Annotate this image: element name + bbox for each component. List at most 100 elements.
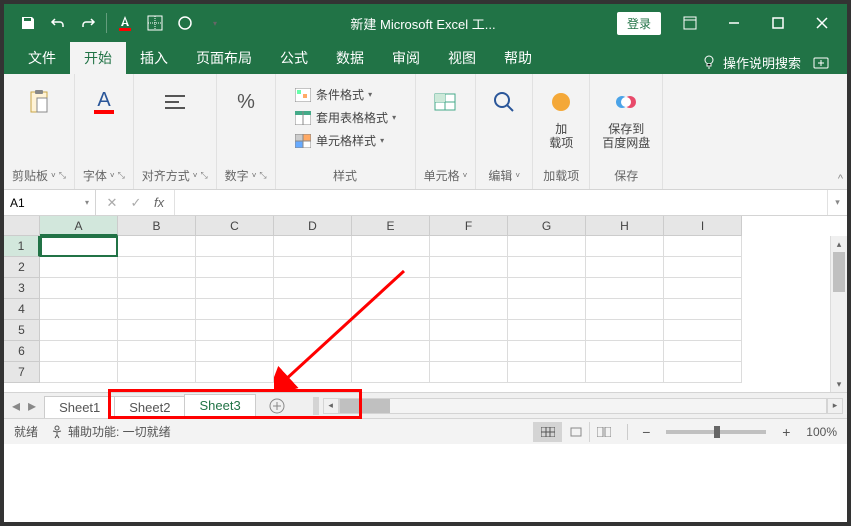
cell[interactable]: [40, 257, 118, 278]
font-color-icon[interactable]: [111, 9, 139, 37]
cell[interactable]: [196, 236, 274, 257]
cell[interactable]: [274, 257, 352, 278]
chevron-down-icon[interactable]: ˅: [193, 171, 198, 180]
cell[interactable]: [586, 236, 664, 257]
border-icon[interactable]: [141, 9, 169, 37]
tab-data[interactable]: 数据: [322, 42, 378, 74]
save-icon[interactable]: [14, 9, 42, 37]
cell[interactable]: [508, 299, 586, 320]
cell[interactable]: [508, 236, 586, 257]
cell[interactable]: [508, 320, 586, 341]
expand-formula-icon[interactable]: ▾: [827, 190, 847, 215]
cell[interactable]: [274, 278, 352, 299]
scroll-up-icon[interactable]: ▴: [831, 236, 847, 252]
maximize-icon[interactable]: [757, 8, 799, 38]
cell[interactable]: [664, 278, 742, 299]
col-header[interactable]: C: [196, 216, 274, 236]
zoom-out-button[interactable]: −: [638, 424, 654, 440]
tab-help[interactable]: 帮助: [490, 42, 546, 74]
cell[interactable]: [352, 362, 430, 383]
tab-home[interactable]: 开始: [70, 42, 126, 74]
cell[interactable]: [508, 341, 586, 362]
qat-customize-icon[interactable]: ▾: [201, 9, 229, 37]
tab-formulas[interactable]: 公式: [266, 42, 322, 74]
cell[interactable]: [352, 278, 430, 299]
prev-sheet-icon[interactable]: ◂: [12, 396, 20, 416]
tab-review[interactable]: 审阅: [378, 42, 434, 74]
zoom-in-button[interactable]: +: [778, 424, 794, 440]
sheet-tab[interactable]: Sheet3: [184, 394, 255, 418]
dialog-launcher-icon[interactable]: ⤡: [259, 170, 266, 181]
row-header[interactable]: 4: [4, 299, 40, 320]
alignment-button[interactable]: [155, 84, 195, 120]
cell[interactable]: [430, 341, 508, 362]
chevron-down-icon[interactable]: ˅: [252, 171, 257, 180]
fx-icon[interactable]: fx: [148, 195, 170, 210]
paste-button[interactable]: [19, 84, 59, 120]
select-all-corner[interactable]: [4, 216, 40, 236]
cell[interactable]: [274, 236, 352, 257]
chevron-down-icon[interactable]: ˅: [110, 171, 115, 180]
cell[interactable]: [352, 236, 430, 257]
tab-layout[interactable]: 页面布局: [182, 42, 266, 74]
dialog-launcher-icon[interactable]: ⤡: [59, 170, 66, 181]
cell[interactable]: [586, 320, 664, 341]
font-button[interactable]: A: [84, 84, 124, 120]
cell[interactable]: [664, 236, 742, 257]
ribbon-options-icon[interactable]: [669, 8, 711, 38]
number-button[interactable]: %: [226, 84, 266, 120]
addins-button[interactable]: 加 载项: [541, 84, 581, 153]
cell[interactable]: [40, 362, 118, 383]
cell[interactable]: [40, 341, 118, 362]
cell[interactable]: [274, 320, 352, 341]
undo-icon[interactable]: [44, 9, 72, 37]
col-header[interactable]: H: [586, 216, 664, 236]
chevron-down-icon[interactable]: ˅: [51, 171, 56, 180]
dialog-launcher-icon[interactable]: ⤡: [200, 170, 207, 181]
cells-button[interactable]: [425, 84, 465, 120]
minimize-icon[interactable]: [713, 8, 755, 38]
cell[interactable]: [118, 257, 196, 278]
cell[interactable]: [352, 341, 430, 362]
row-header[interactable]: 5: [4, 320, 40, 341]
cell[interactable]: [196, 257, 274, 278]
dialog-launcher-icon[interactable]: ⤡: [118, 170, 125, 181]
redo-icon[interactable]: [74, 9, 102, 37]
zoom-slider[interactable]: [666, 430, 766, 434]
page-layout-view-icon[interactable]: [561, 422, 589, 442]
share-icon[interactable]: [807, 50, 837, 74]
cell[interactable]: [118, 362, 196, 383]
tell-me-search[interactable]: 操作说明搜索: [701, 53, 801, 72]
cell[interactable]: [586, 341, 664, 362]
enter-formula-icon[interactable]: ✓: [124, 195, 148, 211]
scroll-thumb[interactable]: [340, 399, 390, 413]
cell[interactable]: [40, 278, 118, 299]
conditional-format-button[interactable]: 条件格式 ▾: [294, 84, 372, 105]
sheet-tab[interactable]: Sheet2: [114, 396, 185, 418]
cell[interactable]: [430, 257, 508, 278]
scroll-thumb[interactable]: [833, 252, 845, 292]
col-header[interactable]: E: [352, 216, 430, 236]
login-button[interactable]: 登录: [617, 12, 661, 35]
scroll-down-icon[interactable]: ▾: [831, 376, 847, 392]
accessibility-status[interactable]: 辅助功能: 一切就绪: [50, 423, 171, 440]
cell[interactable]: [430, 299, 508, 320]
cell[interactable]: [352, 299, 430, 320]
vertical-scrollbar[interactable]: ▴ ▾: [830, 236, 847, 392]
col-header[interactable]: G: [508, 216, 586, 236]
row-header[interactable]: 7: [4, 362, 40, 383]
cell[interactable]: [664, 257, 742, 278]
cell[interactable]: [586, 362, 664, 383]
cell[interactable]: [430, 320, 508, 341]
sheet-tab[interactable]: Sheet1: [44, 396, 115, 418]
normal-view-icon[interactable]: [533, 422, 561, 442]
cell[interactable]: [430, 362, 508, 383]
page-break-view-icon[interactable]: [589, 422, 617, 442]
cell[interactable]: [196, 341, 274, 362]
scroll-left-icon[interactable]: ◂: [323, 398, 339, 414]
cell[interactable]: [196, 320, 274, 341]
row-header[interactable]: 2: [4, 257, 40, 278]
circle-icon[interactable]: [171, 9, 199, 37]
cell[interactable]: [118, 299, 196, 320]
cell[interactable]: [118, 320, 196, 341]
